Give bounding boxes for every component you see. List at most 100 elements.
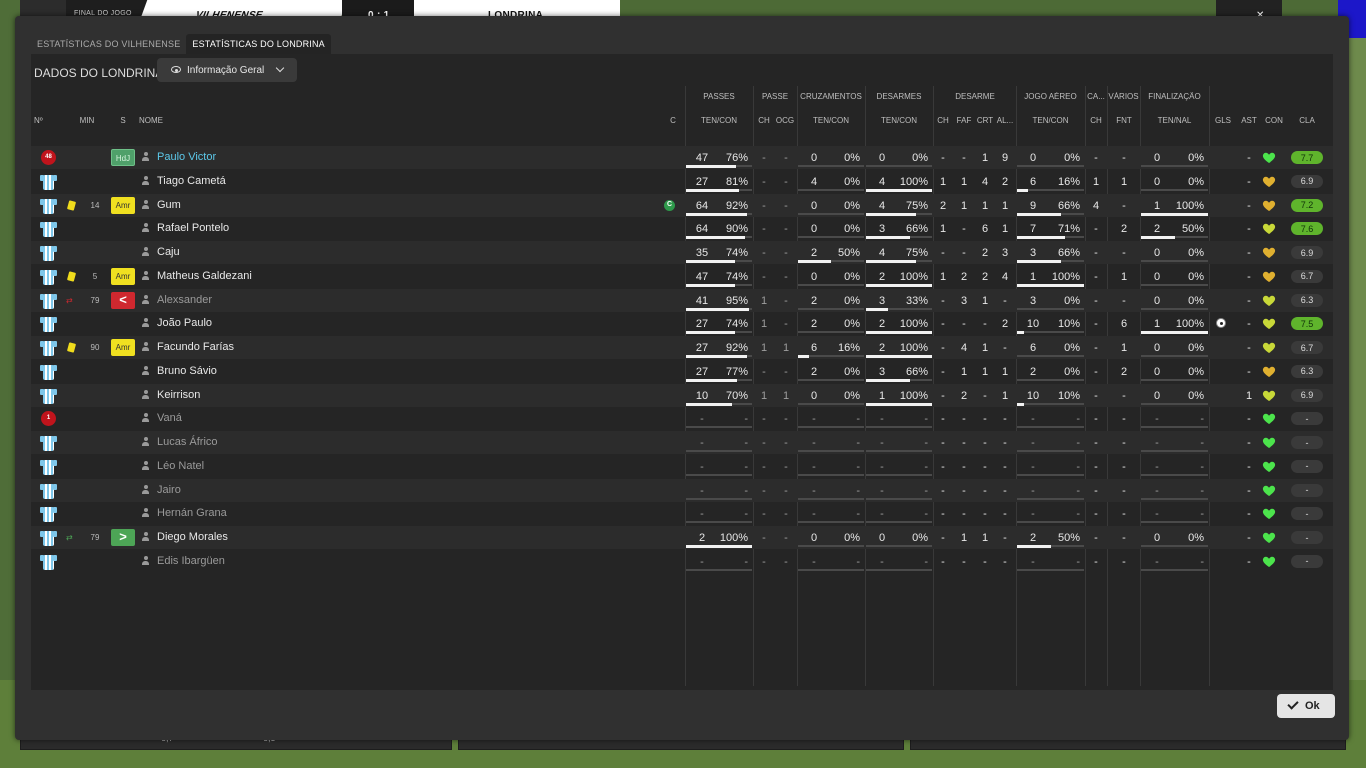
- table-row[interactable]: 90 Amr Facundo Farías 27 92% 1 1 6 16% 2 100% -4 1-6…: [31, 336, 1333, 359]
- table-row[interactable]: Jairo - - - - - - - - - - - - - - - - - - - -: [31, 478, 1333, 502]
- column-header-desarmes[interactable]: TEN/CON: [866, 116, 932, 125]
- column-header-passes[interactable]: TEN/CON: [686, 116, 752, 125]
- table-row[interactable]: ⇄ 79 > Diego Morales 2 100% - - 0 0% 0 0% - 1 1 - 2 50% - -…: [31, 526, 1333, 549]
- column-header-ca-ch[interactable]: CH: [1087, 116, 1105, 125]
- tackle-crt: 2: [981, 247, 989, 259]
- ca-ch: -: [1094, 532, 1098, 544]
- assists: -: [1247, 508, 1251, 521]
- column-header-cla[interactable]: CLA: [1293, 116, 1321, 125]
- shirt-icon: [40, 315, 57, 333]
- column-header-passe-ocg[interactable]: OCG: [774, 116, 796, 125]
- table-row[interactable]: 1 Vaná - - - - - - - - - - - - - - - - - - - -: [31, 407, 1333, 430]
- table-row[interactable]: ⇄ 79 < Alexsander 41 95% 1-2 0% 3 33% -3 1-3 0% - -0 0%…: [31, 288, 1333, 312]
- shirt-part: [40, 198, 44, 205]
- column-header-ast[interactable]: AST: [1237, 116, 1261, 125]
- player-name[interactable]: Caju: [157, 246, 180, 258]
- view-select[interactable]: Informação Geral: [157, 58, 297, 82]
- ok-button[interactable]: Ok: [1277, 694, 1335, 718]
- passe-ocg: -: [784, 294, 788, 307]
- tackles-pct: 66%: [905, 365, 928, 378]
- passe-ch: -: [762, 175, 766, 188]
- substitution-icon: ⇄: [66, 533, 73, 542]
- column-header-aereo[interactable]: TEN/CON: [1017, 116, 1084, 125]
- player-name[interactable]: Vaná: [157, 412, 182, 424]
- ca-ch: -: [1094, 270, 1098, 283]
- tab-londrina-stats[interactable]: ESTATÍSTICAS DO LONDRINA: [186, 34, 331, 54]
- tackles-pct: -: [924, 437, 928, 449]
- shirt-icon: [40, 197, 57, 214]
- player-name[interactable]: Paulo Victor: [157, 151, 216, 163]
- tab-vilhenense-stats[interactable]: ESTATÍSTICAS DO VILHENENSE: [31, 34, 186, 54]
- aerial-bar-track: [1017, 165, 1084, 167]
- shirt-icon: [40, 268, 57, 285]
- column-header-des-al[interactable]: AL...: [995, 116, 1015, 125]
- player-name[interactable]: Facundo Farías: [157, 341, 234, 353]
- table-row[interactable]: Bruno Sávio 27 77% - -2 0% 3 66% -1 1 1 2 0% -2 0 0% -6.…: [31, 360, 1333, 383]
- tackle-al: -: [1003, 508, 1007, 521]
- player-name[interactable]: Lucas Áfrico: [157, 436, 218, 448]
- table-row[interactable]: João Paulo 27 74% 1-2 0% 2 100% - - -2 10 10% -6 1 100…: [31, 312, 1333, 335]
- passe-ch: -: [762, 532, 766, 544]
- player-name[interactable]: Rafael Pontelo: [157, 222, 229, 234]
- player-name[interactable]: Léo Natel: [157, 460, 204, 472]
- passe-ch: -: [762, 365, 766, 378]
- tackle-al: -: [1003, 294, 1007, 307]
- crosses-bar-track: [798, 165, 864, 167]
- tackle-faf: -: [962, 460, 966, 473]
- player-name[interactable]: Jairo: [157, 484, 181, 496]
- column-header-des-faf[interactable]: FAF: [955, 116, 973, 125]
- condition-heart-icon: [1262, 507, 1276, 520]
- column-header-des-ch[interactable]: CH: [935, 116, 951, 125]
- player-name[interactable]: Keirrison: [157, 389, 200, 401]
- passes-bar-track: [686, 473, 752, 476]
- column-header-des-crt[interactable]: CRT: [975, 116, 995, 125]
- table-row[interactable]: Keirrison 10 70% 1 1 0 0% 1 100% -2-1 10 10% - -0 0% 1 6…: [31, 383, 1333, 407]
- player-name[interactable]: Alexsander: [157, 294, 212, 306]
- table-row[interactable]: Tiago Cametá 27 81% - -4 0% 4 100% 1 1 4 2 6 16% 1 1 0 0%…: [31, 170, 1333, 193]
- column-header-gls[interactable]: GLS: [1211, 116, 1235, 125]
- player-name[interactable]: Matheus Galdezani: [157, 270, 252, 282]
- table-row[interactable]: Edis Ibargüen - - - - - - - - - - - - - - - - - - - -: [31, 550, 1333, 573]
- tackles-attempts: 0: [878, 532, 886, 544]
- column-header-name[interactable]: NOME: [139, 116, 189, 125]
- column-header-num[interactable]: Nº: [34, 116, 50, 125]
- column-header-s[interactable]: S: [115, 116, 131, 125]
- passe-ocg: -: [784, 223, 788, 236]
- shirt-part: [53, 459, 57, 466]
- crosses-pct: 0%: [844, 175, 860, 188]
- column-header-c[interactable]: C: [666, 116, 680, 125]
- column-header-cruz[interactable]: TEN/CON: [798, 116, 864, 125]
- table-row[interactable]: Caju 35 74% - -2 50% 4 75% - -2 3 3 66% - -0 0% -6.9: [31, 241, 1333, 264]
- varios-fnt: 1: [1120, 270, 1128, 283]
- passes-attempts: 27: [695, 342, 709, 354]
- table-row[interactable]: Rafael Pontelo 64 90% - -0 0% 3 66% 1-6 1 7 71% -2 2 5…: [31, 217, 1333, 240]
- table-row[interactable]: 14 Amr Gum C 64 92% - -0 0% 4 75% 2 1 1 1 9 66% 4-1 100% -7…: [31, 193, 1333, 217]
- tackle-crt: -: [983, 508, 987, 521]
- table-row[interactable]: Hernán Grana - - - - - - - - - - - - - - - - - - - -: [31, 502, 1333, 525]
- table-row[interactable]: 5 Amr Matheus Galdezani 47 74% - -0 0% 2 100% 1 2 2 4…: [31, 265, 1333, 288]
- table-row[interactable]: 48 HdJ Paulo Victor 47 76% - - 0 0% 0 0% - - 1 9 0 0% - - 0…: [31, 146, 1333, 169]
- passe-ch: -: [762, 413, 766, 426]
- varios-fnt: -: [1122, 484, 1126, 497]
- player-name[interactable]: Bruno Sávio: [157, 365, 217, 377]
- table-row[interactable]: Lucas Áfrico - - - - - - - - - - - - - - - - - - - -: [31, 431, 1333, 454]
- column-header-min[interactable]: MIN: [75, 116, 99, 125]
- player-name[interactable]: Gum: [157, 199, 181, 211]
- passes-attempts: 27: [695, 318, 709, 331]
- aerial-attempts: -: [1031, 484, 1035, 497]
- table-row[interactable]: Léo Natel - - - - - - - - - - - - - - - - - - - -: [31, 455, 1333, 478]
- column-header-passe-ch[interactable]: CH: [756, 116, 772, 125]
- tackle-ch: -: [941, 413, 945, 426]
- column-header-con[interactable]: CON: [1263, 116, 1285, 125]
- player-name[interactable]: Tiago Cametá: [157, 175, 226, 187]
- passe-ch: -: [762, 247, 766, 259]
- tackle-faf: -: [962, 223, 966, 236]
- tackle-al: 1: [1001, 389, 1009, 402]
- column-header-varios-fnt[interactable]: FNT: [1111, 116, 1137, 125]
- player-name[interactable]: Hernán Grana: [157, 507, 227, 519]
- passes-bar-track: [686, 568, 752, 571]
- player-name[interactable]: João Paulo: [157, 317, 212, 329]
- column-header-final[interactable]: TEN/NAL: [1141, 116, 1208, 125]
- player-name[interactable]: Edis Ibargüen: [157, 555, 225, 567]
- player-name[interactable]: Diego Morales: [157, 531, 228, 543]
